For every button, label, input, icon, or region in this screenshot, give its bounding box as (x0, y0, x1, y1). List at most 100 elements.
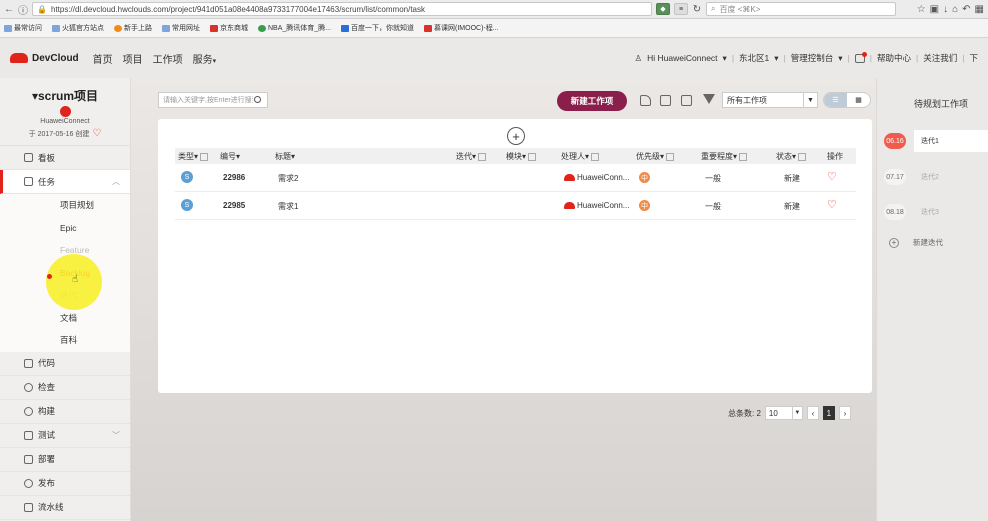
heart-icon[interactable]: ♡ (92, 128, 101, 139)
col-type[interactable]: 类型▾ (178, 151, 209, 162)
iteration-item[interactable]: 06.16 迭代1 (877, 130, 988, 152)
sidebar-sub-backlog[interactable]: Backlog (0, 262, 130, 285)
sidebar-item-board[interactable]: 看板 (0, 146, 130, 170)
browser-search[interactable]: ⌕ 百度 <⌘K> (706, 2, 896, 16)
col-assignee[interactable]: 处理人▾ (561, 151, 600, 162)
nav-projects[interactable]: 项目 (123, 51, 143, 66)
bookmark-item[interactable]: 火狐官方站点 (52, 23, 104, 33)
sidebar-item-pipeline[interactable]: 流水线 (0, 496, 130, 520)
new-workitem-button[interactable]: 新建工作项 (557, 91, 627, 111)
user-menu[interactable]: Hi HuaweiConnect (647, 53, 717, 63)
list-view-icon[interactable]: ☰ (824, 93, 847, 107)
table-row[interactable]: S 22985 需求1 HuaweiConn... 中 一般 新建 ♡ (175, 192, 856, 220)
sidebar-item-code[interactable]: 代码 (0, 352, 130, 376)
workitem-title[interactable]: 需求1 (278, 201, 298, 212)
page-button[interactable]: 1 (822, 406, 835, 420)
story-type-icon: S (181, 199, 193, 211)
filter-box-icon[interactable] (666, 152, 675, 161)
bookmark-item[interactable]: 最常访问 (4, 23, 42, 33)
heart-icon[interactable]: ♡ (827, 198, 837, 211)
follow-link[interactable]: 关注我们 (923, 52, 957, 64)
sidebar-item-tasks[interactable]: 任务 ︿ (0, 170, 130, 194)
col-status[interactable]: 状态▾ (776, 151, 807, 162)
planning-title: 待规划工作项 (914, 99, 969, 109)
sidebar-item-deploy[interactable]: 部署 (0, 448, 130, 472)
filter-box-icon[interactable] (528, 152, 537, 161)
bookmark-item[interactable]: NBA_腾讯体育_腾... (258, 23, 331, 33)
workitem-title[interactable]: 需求2 (278, 173, 298, 184)
bookmark-item[interactable]: 百度一下，你就知道 (341, 23, 414, 33)
star-icon[interactable]: ☆ (917, 4, 926, 15)
region-selector[interactable]: 东北区1 (739, 52, 769, 64)
sidebar-item-release[interactable]: 发布 (0, 472, 130, 496)
page-size-select[interactable]: 10 ▼ (764, 406, 803, 420)
export-icon[interactable] (681, 95, 692, 106)
history-icon[interactable]: ↶ (962, 4, 970, 15)
sidebar-sub-wiki[interactable]: 百科 (0, 329, 130, 352)
sidebar-sub-docs[interactable]: 文档 (0, 307, 130, 330)
sidebar-item-check[interactable]: 检查 (0, 376, 130, 400)
download-icon[interactable]: ↓ (943, 4, 948, 15)
nav-services[interactable]: 服务▾ (193, 51, 217, 66)
filter-box-icon[interactable] (478, 152, 487, 161)
view-toggle[interactable]: ☰ ▦ (823, 92, 871, 108)
keyword-search-input[interactable] (158, 92, 268, 108)
col-iteration[interactable]: 迭代▾ (456, 151, 487, 162)
add-icon[interactable]: + (507, 127, 525, 145)
divider: | (847, 53, 850, 63)
bookmark-item[interactable]: 新手上路 (114, 23, 152, 33)
filter-box-icon[interactable] (798, 152, 807, 161)
col-id[interactable]: 编号▾ (220, 151, 240, 162)
workitem-id[interactable]: 22985 (223, 201, 245, 210)
col-module[interactable]: 模块▾ (506, 151, 537, 162)
iteration-item[interactable]: 08.18 迭代3 (877, 201, 988, 223)
heart-icon[interactable]: ♡ (827, 170, 837, 183)
workitem-id[interactable]: 22986 (223, 173, 245, 182)
info-icon[interactable]: ⓘ (18, 2, 28, 17)
filter-box-icon[interactable] (591, 152, 600, 161)
search-icon[interactable] (254, 96, 261, 103)
col-priority[interactable]: 优先级▾ (636, 151, 675, 162)
prev-page-button[interactable]: ‹ (806, 406, 819, 420)
col-title[interactable]: 标题▾ (275, 151, 295, 162)
iteration-item[interactable]: 07.17 迭代2 (877, 166, 988, 188)
clipboard-icon[interactable]: ▣ (930, 4, 939, 15)
filter-box-icon[interactable] (739, 152, 748, 161)
console-menu[interactable]: 管理控制台 (791, 52, 834, 64)
nav-workitems[interactable]: 工作项 (153, 51, 183, 66)
reload-icon[interactable]: ↻ (692, 4, 702, 15)
sidebar-sub-feature[interactable]: Feature (0, 239, 130, 262)
col-importance[interactable]: 重要程度▾ (701, 151, 748, 162)
sidebar-item-test[interactable]: 测试 ﹀ (0, 424, 130, 448)
workitem-filter-select[interactable]: 所有工作项 ▼ (722, 92, 818, 108)
address-bar[interactable]: 🔒 https://dl.devcloud.hwclouds.com/proje… (32, 2, 652, 16)
release-icon (24, 478, 33, 488)
next-page-button[interactable]: › (838, 406, 851, 420)
sidebar-sub-iteration[interactable]: 迭代 (0, 284, 130, 307)
reader-icon[interactable]: ≡ (674, 3, 688, 15)
filter-icon[interactable] (703, 94, 715, 104)
shield-icon[interactable]: ◆ (656, 3, 670, 15)
bookmark-item[interactable]: 京东商城 (210, 23, 248, 33)
bookmark-item[interactable]: 慕课网(IMOOC)-程... (424, 23, 499, 33)
devcloud-logo[interactable]: DevCloud (10, 53, 79, 64)
help-link[interactable]: 帮助中心 (877, 52, 911, 64)
nav-home[interactable]: 首页 (93, 51, 113, 66)
back-icon[interactable]: ← (4, 4, 14, 15)
bookmark-item[interactable]: 常用网址 (162, 23, 200, 33)
tag-icon[interactable] (640, 95, 651, 106)
new-iteration-button[interactable]: + 新建迭代 (889, 237, 943, 248)
sidebar-sub-epic[interactable]: Epic (0, 217, 130, 240)
more-link[interactable]: 下 (969, 52, 978, 64)
sidebar-item-build[interactable]: 构建 (0, 400, 130, 424)
filter-box-icon[interactable] (200, 152, 209, 161)
lock-icon: 🔒 (37, 4, 47, 14)
table-row[interactable]: S 22986 需求2 HuaweiConn... 中 一般 新建 ♡ (175, 164, 856, 192)
project-title[interactable]: ▾scrum项目 (0, 87, 130, 104)
extension-icon[interactable]: ▦ (975, 4, 984, 15)
card-view-icon[interactable]: ▦ (847, 93, 870, 107)
edit-icon[interactable] (660, 95, 671, 106)
home-icon[interactable]: ⌂ (952, 4, 958, 15)
sidebar-sub-planning[interactable]: 项目规划 (0, 194, 130, 217)
message-icon[interactable] (854, 51, 867, 63)
